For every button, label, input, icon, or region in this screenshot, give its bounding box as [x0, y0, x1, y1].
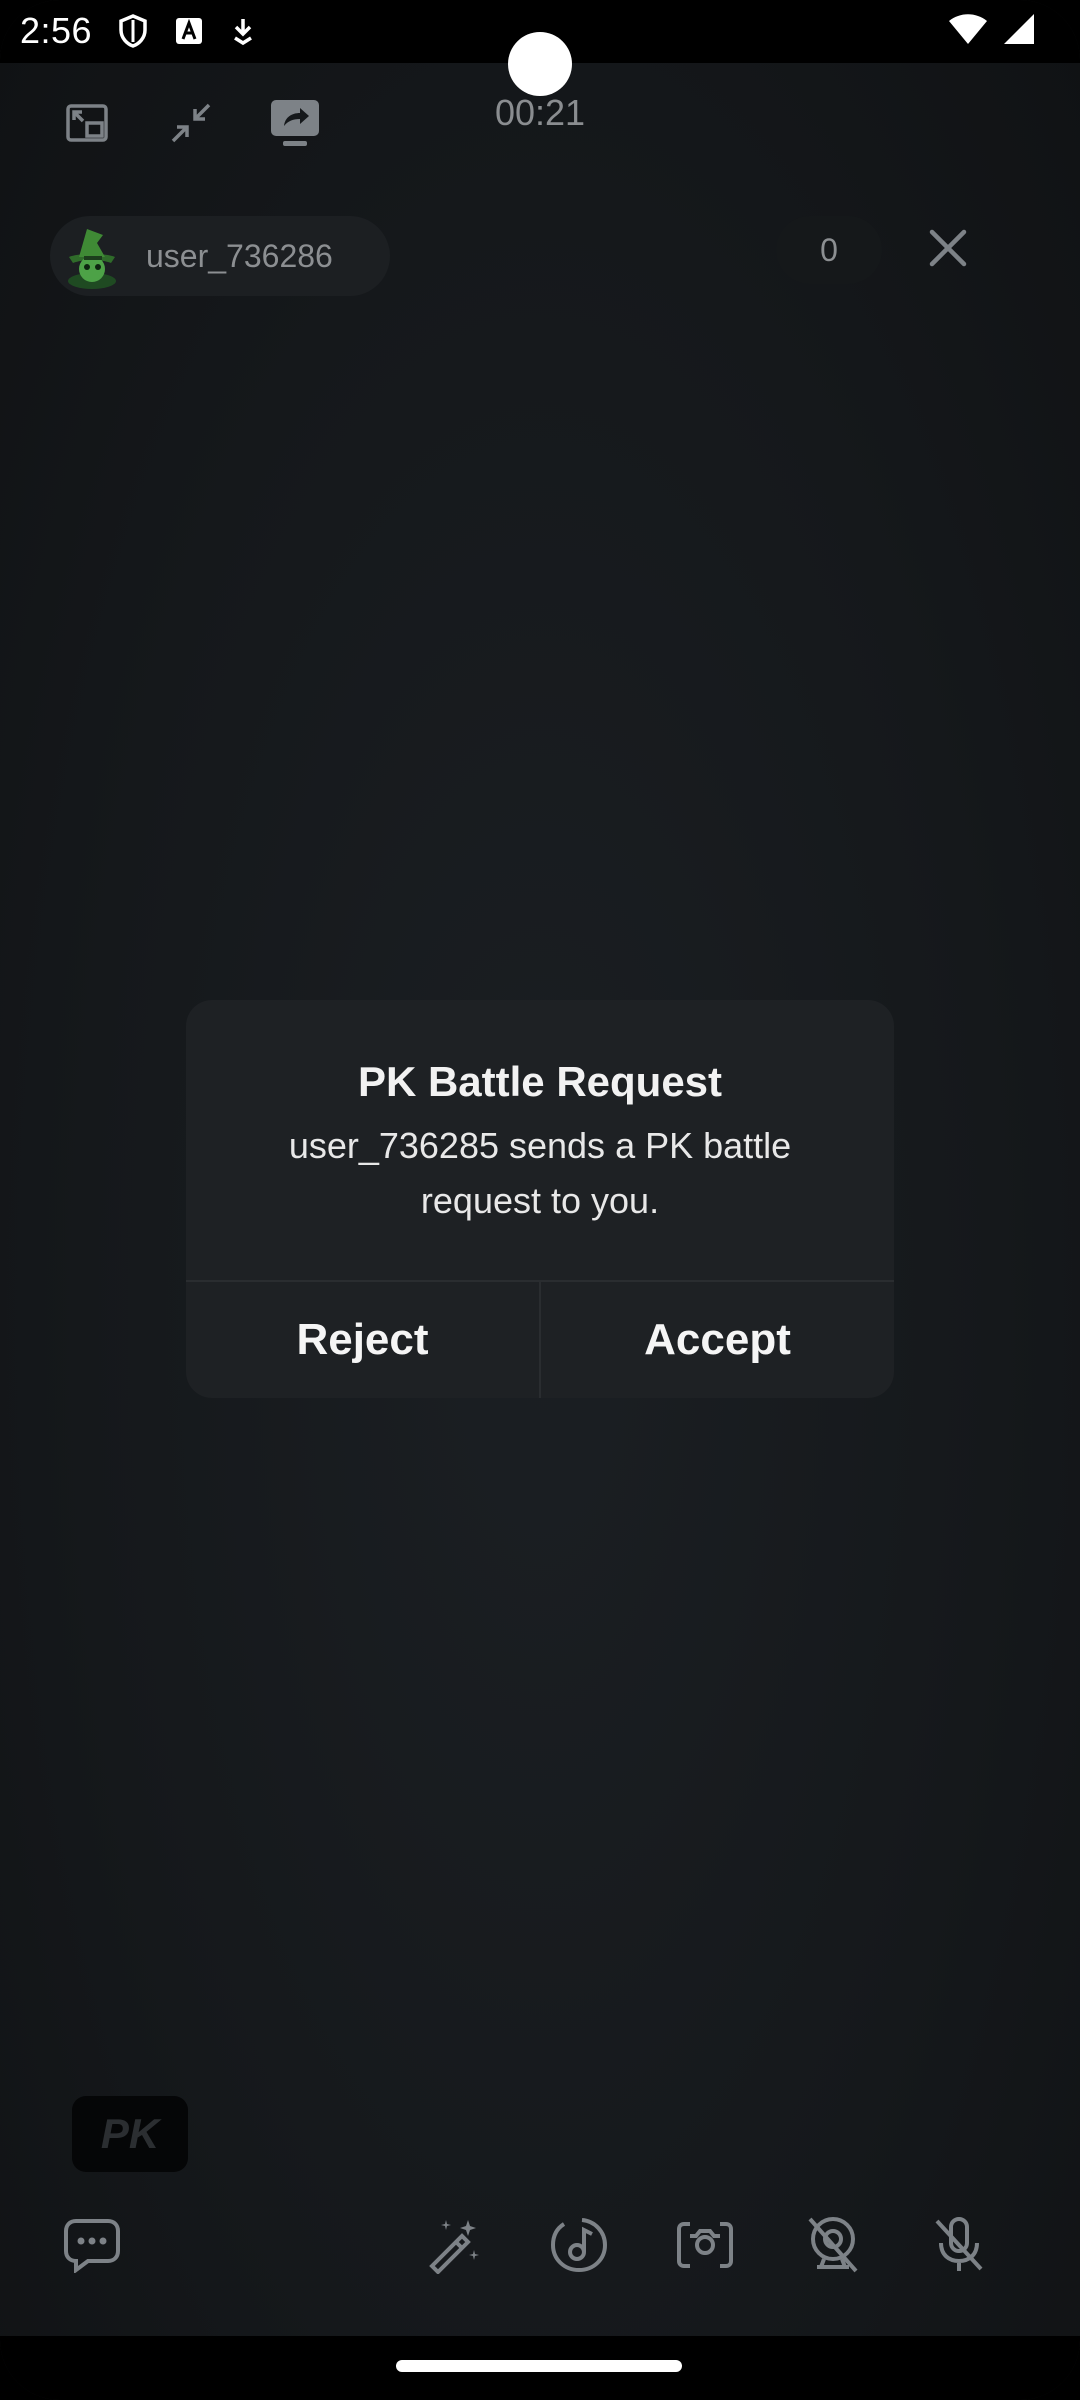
mute-button[interactable] [924, 2210, 994, 2284]
call-timer: 00:21 [494, 92, 586, 133]
wifi-icon [948, 12, 988, 51]
camera-off-icon [804, 2215, 862, 2280]
cellular-signal-icon [1000, 12, 1036, 51]
music-note-icon [550, 2216, 608, 2279]
chat-button[interactable] [57, 2210, 127, 2284]
download-icon [230, 16, 256, 51]
status-icons-left [118, 14, 256, 53]
chat-bubble-icon [62, 2217, 122, 2278]
camera-off-button[interactable] [798, 2210, 868, 2284]
accept-button[interactable]: Accept [541, 1282, 894, 1398]
pk-button[interactable]: PK [72, 2096, 188, 2172]
remote-user-pill[interactable]: user_736286 [50, 216, 390, 296]
wizard-avatar-icon [68, 229, 116, 289]
pk-request-dialog: PK Battle Request user_736285 sends a PK… [186, 1000, 894, 1398]
shield-icon [118, 14, 148, 53]
switch-camera-button[interactable] [670, 2210, 740, 2284]
dialog-title: PK Battle Request [357, 1058, 723, 1105]
home-indicator[interactable] [396, 2360, 682, 2372]
microphone-off-icon [931, 2215, 987, 2280]
status-icons-right [948, 12, 1036, 51]
beauty-effects-button[interactable] [418, 2210, 488, 2284]
remote-user-name: user_736286 [146, 237, 333, 274]
dialog-message: user_736285 sends a PK battle request to… [288, 1125, 792, 1221]
front-camera-cutout [508, 32, 572, 96]
app-screen: 2:56 00:21 user_736286 0 PK Battle Reque… [0, 0, 1080, 2400]
magic-wand-icon [424, 2216, 482, 2279]
bottom-toolbar [0, 2210, 1080, 2284]
reject-button[interactable]: Reject [186, 1282, 539, 1398]
avatar [56, 220, 128, 292]
close-icon [928, 228, 968, 273]
font-a-icon [174, 16, 204, 51]
music-button[interactable] [544, 2210, 614, 2284]
close-button[interactable] [920, 222, 976, 278]
switch-camera-icon [676, 2216, 734, 2279]
score-badge: 0 [776, 216, 882, 284]
status-time: 2:56 [20, 10, 93, 51]
